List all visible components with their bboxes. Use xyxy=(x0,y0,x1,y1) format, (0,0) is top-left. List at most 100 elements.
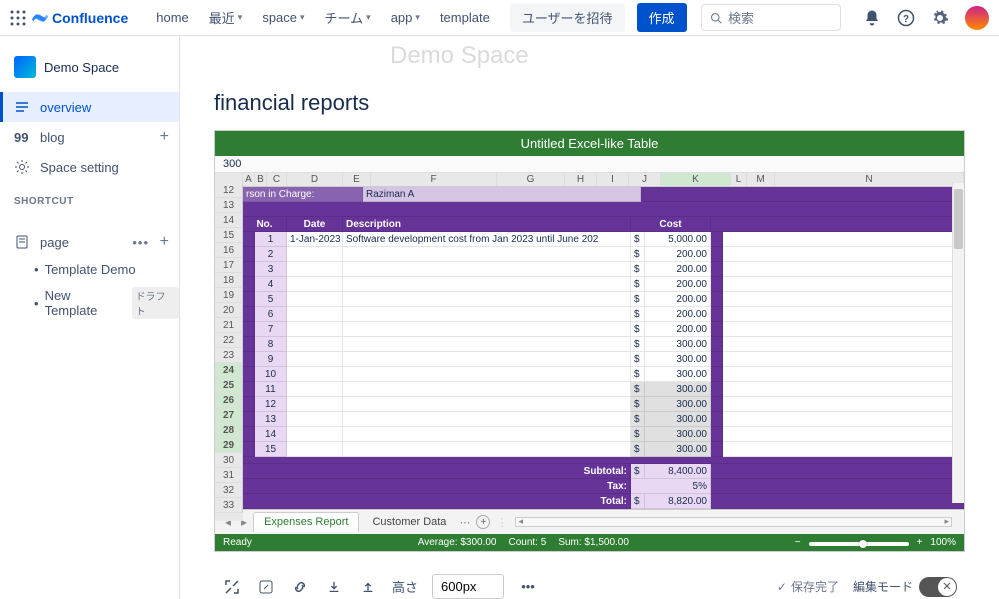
table-row[interactable]: 9$300.00 xyxy=(243,352,964,367)
statusbar: Ready Average: $300.00 Count: 5 Sum: $1,… xyxy=(215,534,964,551)
row-header[interactable]: 21 xyxy=(215,318,243,333)
sheet-tab-customer[interactable]: Customer Data xyxy=(361,512,457,532)
confluence-icon xyxy=(32,10,48,26)
create-button[interactable]: 作成 xyxy=(637,3,687,32)
row-header[interactable]: 12 xyxy=(215,183,243,198)
edit-mode-label: 編集モード xyxy=(853,578,913,595)
row-header[interactable]: 18 xyxy=(215,273,243,288)
sidebar-overview[interactable]: overview xyxy=(0,92,179,122)
table-row[interactable]: 8$300.00 xyxy=(243,337,964,352)
user-avatar[interactable] xyxy=(965,6,989,30)
height-input[interactable] xyxy=(432,574,504,599)
row-header[interactable]: 29 xyxy=(215,438,243,453)
page-more-icon[interactable]: ••• xyxy=(132,235,149,250)
page-title: Demo Space xyxy=(390,42,999,70)
row-header[interactable]: 32 xyxy=(215,483,243,498)
download-icon[interactable] xyxy=(324,577,344,597)
table-row[interactable]: 6$200.00 xyxy=(243,307,964,322)
macro-toolbar: 高さ ••• ✓保存完了 編集モード ✕ xyxy=(214,564,965,599)
vertical-scrollbar[interactable] xyxy=(952,183,964,503)
zoom-in-icon[interactable]: + xyxy=(917,537,923,548)
sidebar-page[interactable]: page ••• + xyxy=(0,227,179,257)
nav-app[interactable]: app▾ xyxy=(383,6,428,29)
row-header[interactable]: 33 xyxy=(215,498,243,513)
save-status: ✓保存完了 xyxy=(777,578,839,595)
zoom-out-icon[interactable]: − xyxy=(795,537,801,548)
upload-icon[interactable] xyxy=(358,577,378,597)
table-row[interactable]: 14$300.00 xyxy=(243,427,964,442)
settings-icon[interactable] xyxy=(931,9,949,27)
excel-table[interactable]: Untitled Excel-like Table 300 A B C D E … xyxy=(214,130,965,552)
add-page-icon[interactable]: + xyxy=(160,233,169,251)
row-header[interactable]: 16 xyxy=(215,243,243,258)
table-row[interactable]: 10$300.00 xyxy=(243,367,964,382)
row-header[interactable]: 25 xyxy=(215,378,243,393)
notifications-icon[interactable] xyxy=(863,9,881,27)
row-header[interactable]: 28 xyxy=(215,423,243,438)
column-headers[interactable]: A B C D E F G H I J K L M N xyxy=(215,173,964,187)
add-sheet-icon[interactable]: + xyxy=(476,515,490,529)
confluence-logo[interactable]: Confluence xyxy=(32,10,128,26)
table-row[interactable]: 4$200.00 xyxy=(243,277,964,292)
row-header[interactable]: 31 xyxy=(215,468,243,483)
row-header[interactable]: 30 xyxy=(215,453,243,468)
row-header[interactable]: 22 xyxy=(215,333,243,348)
status-sum: Sum: $1,500.00 xyxy=(558,537,629,548)
sidebar-settings[interactable]: Space setting xyxy=(0,152,179,182)
apps-grid-icon[interactable] xyxy=(10,10,26,26)
search-input[interactable]: 検索 xyxy=(701,4,841,31)
invite-button[interactable]: ユーザーを招待 xyxy=(510,3,625,32)
row-header[interactable]: 24 xyxy=(215,363,243,378)
link-icon[interactable] xyxy=(290,577,310,597)
gear-icon xyxy=(14,159,30,175)
blog-icon: 99 xyxy=(14,129,30,145)
search-icon xyxy=(710,12,722,24)
sidebar-template-demo[interactable]: •Template Demo xyxy=(0,257,179,282)
height-label: 高さ xyxy=(392,577,418,596)
sidebar-blog[interactable]: 99 blog + xyxy=(0,122,179,152)
zoom-slider[interactable] xyxy=(809,542,909,546)
nav-recent[interactable]: 最近▾ xyxy=(201,4,251,31)
more-icon[interactable]: ••• xyxy=(518,577,538,597)
table-row[interactable]: 5$200.00 xyxy=(243,292,964,307)
row-header[interactable]: 20 xyxy=(215,303,243,318)
add-blog-icon[interactable]: + xyxy=(160,128,169,146)
mode-toggle[interactable]: ✕ xyxy=(919,577,957,597)
row-header[interactable]: 14 xyxy=(215,213,243,228)
nav-team[interactable]: チーム▾ xyxy=(317,4,379,31)
overview-icon xyxy=(14,99,30,115)
row-header[interactable]: 17 xyxy=(215,258,243,273)
row-header[interactable]: 15 xyxy=(215,228,243,243)
table-row[interactable]: 12$300.00 xyxy=(243,397,964,412)
shortcut-heading: SHORTCUT xyxy=(0,182,179,213)
formula-bar[interactable]: 300 xyxy=(215,156,964,173)
close-icon: ✕ xyxy=(938,578,956,596)
space-header[interactable]: Demo Space xyxy=(0,48,179,92)
zoom-value: 100% xyxy=(930,537,956,548)
nav-home[interactable]: home xyxy=(148,6,197,29)
status-average: Average: $300.00 xyxy=(418,537,497,548)
table-row[interactable]: 11$300.00 xyxy=(243,382,964,397)
table-row[interactable]: 13$300.00 xyxy=(243,412,964,427)
page-icon xyxy=(14,234,30,250)
expand-icon[interactable] xyxy=(222,577,242,597)
horizontal-scrollbar[interactable]: ◂▸ xyxy=(515,517,952,527)
sheet-tab-expenses[interactable]: Expenses Report xyxy=(253,512,359,532)
table-row[interactable]: 3$200.00 xyxy=(243,262,964,277)
row-header[interactable]: 26 xyxy=(215,393,243,408)
nav-space[interactable]: space▾ xyxy=(254,6,312,29)
edit-icon[interactable] xyxy=(256,577,276,597)
nav-template[interactable]: template xyxy=(432,6,498,29)
table-row[interactable]: 7$200.00 xyxy=(243,322,964,337)
table-row[interactable]: 15$300.00 xyxy=(243,442,964,457)
section-title: financial reports xyxy=(214,90,999,116)
row-header[interactable]: 23 xyxy=(215,348,243,363)
sidebar-new-template[interactable]: •New Templateドラフト xyxy=(0,282,179,324)
table-row[interactable]: 11-Jan-2023Software development cost fro… xyxy=(243,232,964,247)
help-icon[interactable]: ? xyxy=(897,9,915,27)
row-header[interactable]: 19 xyxy=(215,288,243,303)
table-row[interactable]: 2$200.00 xyxy=(243,247,964,262)
draft-badge: ドラフト xyxy=(132,287,179,319)
row-header[interactable]: 27 xyxy=(215,408,243,423)
row-header[interactable]: 13 xyxy=(215,198,243,213)
